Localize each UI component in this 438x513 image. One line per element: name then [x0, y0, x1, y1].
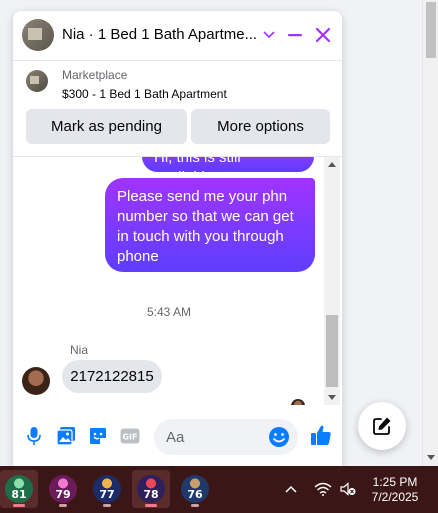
show-hidden-icons-chevron-icon[interactable]	[282, 476, 300, 502]
compose-icon	[373, 417, 391, 435]
page-scrollbar[interactable]	[422, 0, 438, 466]
chat-title[interactable]: Nia · 1 Bed 1 Bath Apartme...	[62, 26, 262, 43]
app-badge-number: 81	[11, 488, 27, 501]
wifi-icon[interactable]	[312, 476, 334, 502]
outgoing-message: Please send me your phn number so that w…	[105, 178, 315, 272]
taskbar-app-5[interactable]: 76	[176, 470, 214, 508]
app-running-indicator	[145, 504, 157, 507]
chat-avatar[interactable]	[22, 19, 54, 51]
sticker-icon[interactable]	[87, 425, 109, 447]
volume-muted-icon[interactable]	[338, 476, 358, 502]
minimize-icon[interactable]	[285, 25, 305, 45]
app-badge-number: 79	[55, 488, 71, 501]
emoji-icon[interactable]	[268, 426, 290, 448]
app-icon: 81	[5, 475, 33, 503]
message-input[interactable]	[166, 427, 262, 447]
app-icon: 78	[137, 475, 165, 503]
clock-time: 1:25 PM	[372, 475, 418, 489]
taskbar-app-4[interactable]: 78	[132, 470, 170, 508]
app-running-indicator	[103, 504, 111, 507]
taskbar-app-1[interactable]: 81	[0, 470, 38, 508]
app-running-indicator	[191, 504, 199, 507]
app-badge-number: 78	[143, 488, 159, 501]
seen-indicator-avatar	[291, 399, 305, 405]
message-composer: GIF	[13, 413, 342, 458]
microphone-icon[interactable]	[23, 425, 45, 447]
photo-icon[interactable]	[55, 425, 77, 447]
page-scrollbar-thumb[interactable]	[426, 2, 436, 58]
taskbar: 81 79 77 78 76 1:25 PM 7/2/2025	[0, 466, 438, 513]
app-icon: 76	[181, 475, 209, 503]
app-running-indicator	[13, 504, 25, 507]
close-icon[interactable]	[313, 25, 333, 45]
listing-title[interactable]: $300 - 1 Bed 1 Bath Apartment	[62, 87, 227, 101]
clock-date: 7/2/2025	[371, 490, 419, 504]
message-input-wrapper	[154, 419, 298, 455]
page-scroll-down-arrow[interactable]	[427, 455, 435, 460]
new-message-button[interactable]	[358, 402, 406, 450]
mark-as-pending-button[interactable]: Mark as pending	[26, 109, 187, 144]
app-badge-number: 76	[187, 488, 203, 501]
svg-text:GIF: GIF	[122, 433, 137, 442]
scroll-up-arrow[interactable]	[328, 162, 336, 167]
app-icon: 79	[49, 475, 77, 503]
app-badge-number: 77	[99, 488, 115, 501]
more-options-button[interactable]: More options	[191, 109, 330, 144]
sender-name: Nia	[70, 343, 89, 357]
scroll-down-arrow[interactable]	[328, 395, 336, 400]
taskbar-app-3[interactable]: 77	[88, 470, 126, 508]
message-scrollbar[interactable]	[324, 157, 340, 405]
gif-icon[interactable]: GIF	[119, 425, 141, 447]
chat-header: Nia · 1 Bed 1 Bath Apartme...	[13, 11, 342, 61]
listing-source: Marketplace	[62, 68, 128, 82]
app-icon: 77	[93, 475, 121, 503]
message-list: Hi, this is still available Please send …	[13, 157, 342, 405]
message-timestamp: 5:43 AM	[146, 305, 192, 319]
outgoing-message: Hi, this is still available	[142, 157, 314, 186]
system-clock[interactable]: 1:25 PM 7/2/2025	[364, 475, 426, 505]
marketplace-product-card: Marketplace $300 - 1 Bed 1 Bath Apartmen…	[13, 62, 342, 157]
listing-thumbnail[interactable]	[26, 70, 48, 92]
message-scrollbar-thumb[interactable]	[326, 315, 338, 387]
app-running-indicator	[59, 504, 67, 507]
taskbar-app-2[interactable]: 79	[44, 470, 82, 508]
chat-window: Nia · 1 Bed 1 Bath Apartme... Marketplac…	[13, 11, 342, 466]
sender-avatar[interactable]	[22, 367, 50, 395]
like-thumbs-up-icon[interactable]	[309, 423, 333, 447]
incoming-message: 2172122815	[62, 360, 162, 393]
chevron-down-icon[interactable]	[259, 25, 279, 45]
